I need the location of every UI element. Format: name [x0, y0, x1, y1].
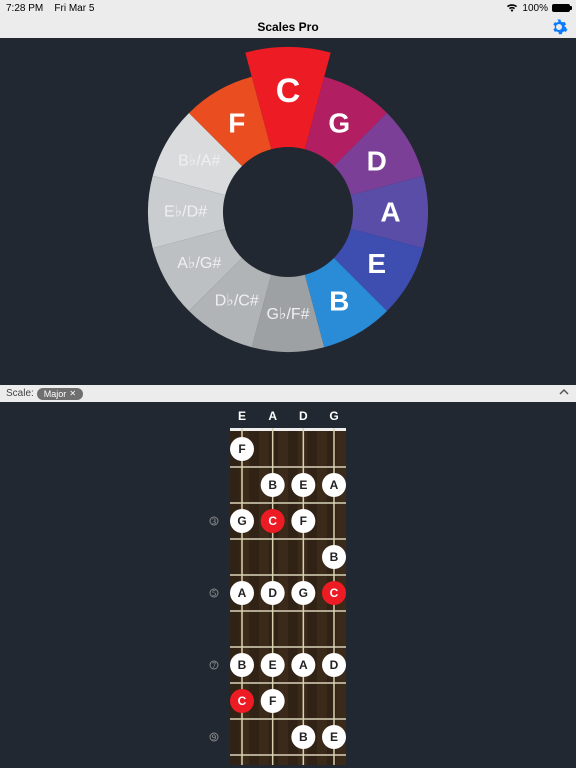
fret-note-label: E: [269, 658, 277, 672]
wheel-segment-label: E♭/D#: [164, 203, 207, 220]
fret-note-B[interactable]: B: [291, 725, 315, 749]
fret-note-label: B: [268, 478, 277, 492]
fret-note-label: G: [299, 586, 308, 600]
fret-note-C[interactable]: C: [230, 689, 254, 713]
page-title: Scales Pro: [257, 20, 318, 34]
fret-note-F[interactable]: F: [261, 689, 285, 713]
svg-text:3: 3: [212, 517, 216, 526]
scale-chip-label: Major: [44, 389, 67, 399]
fret-note-E[interactable]: E: [291, 473, 315, 497]
fret-note-label: F: [269, 694, 276, 708]
fret-markers: 3 5 7 9: [210, 517, 218, 742]
fretboard-panel: E A D G 3 5 7 9 F B E A G C F B A D G C B E A D C F B E: [0, 402, 576, 768]
battery-icon: [552, 4, 570, 12]
status-left: 7:28 PM Fri Mar 5: [6, 3, 94, 14]
fret-note-label: B: [330, 550, 339, 564]
wheel-segment-label: D♭/C#: [215, 292, 259, 309]
wheel-segment-label: G: [328, 107, 350, 138]
chevron-up-icon: [558, 386, 570, 398]
expand-button[interactable]: [558, 386, 570, 401]
wifi-icon: [506, 4, 518, 12]
fret-note-label: F: [300, 514, 307, 528]
fret-note-B[interactable]: B: [261, 473, 285, 497]
open-string-label: D: [299, 409, 308, 423]
fret-note-label: F: [238, 442, 245, 456]
fretboard[interactable]: E A D G 3 5 7 9 F B E A G C F B A D G C B E A D C F B E: [188, 408, 388, 765]
fret-note-G[interactable]: G: [230, 509, 254, 533]
fret-note-label: C: [268, 514, 277, 528]
wheel-segment-label: B♭/A#: [178, 152, 220, 169]
fret-note-A[interactable]: A: [291, 653, 315, 677]
fret-note-A[interactable]: A: [322, 473, 346, 497]
open-string-label: G: [329, 409, 338, 423]
nut: [230, 428, 346, 431]
wheel-segment-label: C: [276, 72, 301, 110]
fret-note-G[interactable]: G: [291, 581, 315, 605]
fret-note-E[interactable]: E: [261, 653, 285, 677]
title-bar: Scales Pro: [0, 16, 576, 38]
wheel-segment-label: F: [228, 107, 245, 138]
fret-note-B[interactable]: B: [230, 653, 254, 677]
fret-note-label: D: [330, 658, 339, 672]
fret-note-label: B: [299, 730, 308, 744]
scale-chip[interactable]: Major ✕: [37, 388, 83, 400]
gear-icon: [550, 18, 568, 36]
scale-label: Scale:: [6, 388, 34, 399]
wheel-segment-label: D: [367, 145, 387, 176]
wheel-segment-label: G♭/F#: [266, 306, 309, 323]
status-date: Fri Mar 5: [54, 3, 94, 14]
fret-note-D[interactable]: D: [261, 581, 285, 605]
close-icon[interactable]: ✕: [69, 389, 76, 398]
settings-button[interactable]: [550, 18, 568, 39]
wheel-segment-label: E: [367, 247, 386, 278]
status-bar: 7:28 PM Fri Mar 5 100%: [0, 0, 576, 16]
circle-of-fifths[interactable]: CGDAEB G♭/F# D♭/C# A♭/G# E♭/D# B♭/A# F: [118, 42, 458, 382]
open-string-label: A: [268, 409, 277, 423]
fret-note-D[interactable]: D: [322, 653, 346, 677]
note-wheel-panel: CGDAEB G♭/F# D♭/C# A♭/G# E♭/D# B♭/A# F: [0, 38, 576, 385]
svg-text:5: 5: [212, 589, 216, 598]
fret-note-F[interactable]: F: [230, 437, 254, 461]
fret-note-label: A: [330, 478, 339, 492]
scale-bar[interactable]: Scale: Major ✕: [0, 385, 576, 402]
wheel-segment-label: A♭/G#: [177, 254, 221, 271]
fret-note-E[interactable]: E: [322, 725, 346, 749]
svg-text:9: 9: [212, 733, 216, 742]
fret-note-label: E: [299, 478, 307, 492]
fret-note-label: C: [238, 694, 247, 708]
fret-note-B[interactable]: B: [322, 545, 346, 569]
fret-note-label: C: [330, 586, 339, 600]
battery-percent: 100%: [522, 3, 548, 14]
open-string-label: E: [238, 409, 246, 423]
fret-note-label: A: [299, 658, 308, 672]
fret-note-C[interactable]: C: [261, 509, 285, 533]
fret-note-label: D: [268, 586, 277, 600]
fret-note-A[interactable]: A: [230, 581, 254, 605]
fret-note-F[interactable]: F: [291, 509, 315, 533]
status-time: 7:28 PM: [6, 3, 43, 14]
svg-text:7: 7: [212, 661, 216, 670]
fret-note-label: G: [237, 514, 246, 528]
fret-note-label: B: [238, 658, 247, 672]
status-right: 100%: [506, 3, 570, 14]
fret-note-label: E: [330, 730, 338, 744]
wheel-segment-label: B: [329, 285, 349, 316]
fret-note-C[interactable]: C: [322, 581, 346, 605]
fret-note-label: A: [238, 586, 247, 600]
wheel-segment-label: A: [380, 196, 400, 227]
